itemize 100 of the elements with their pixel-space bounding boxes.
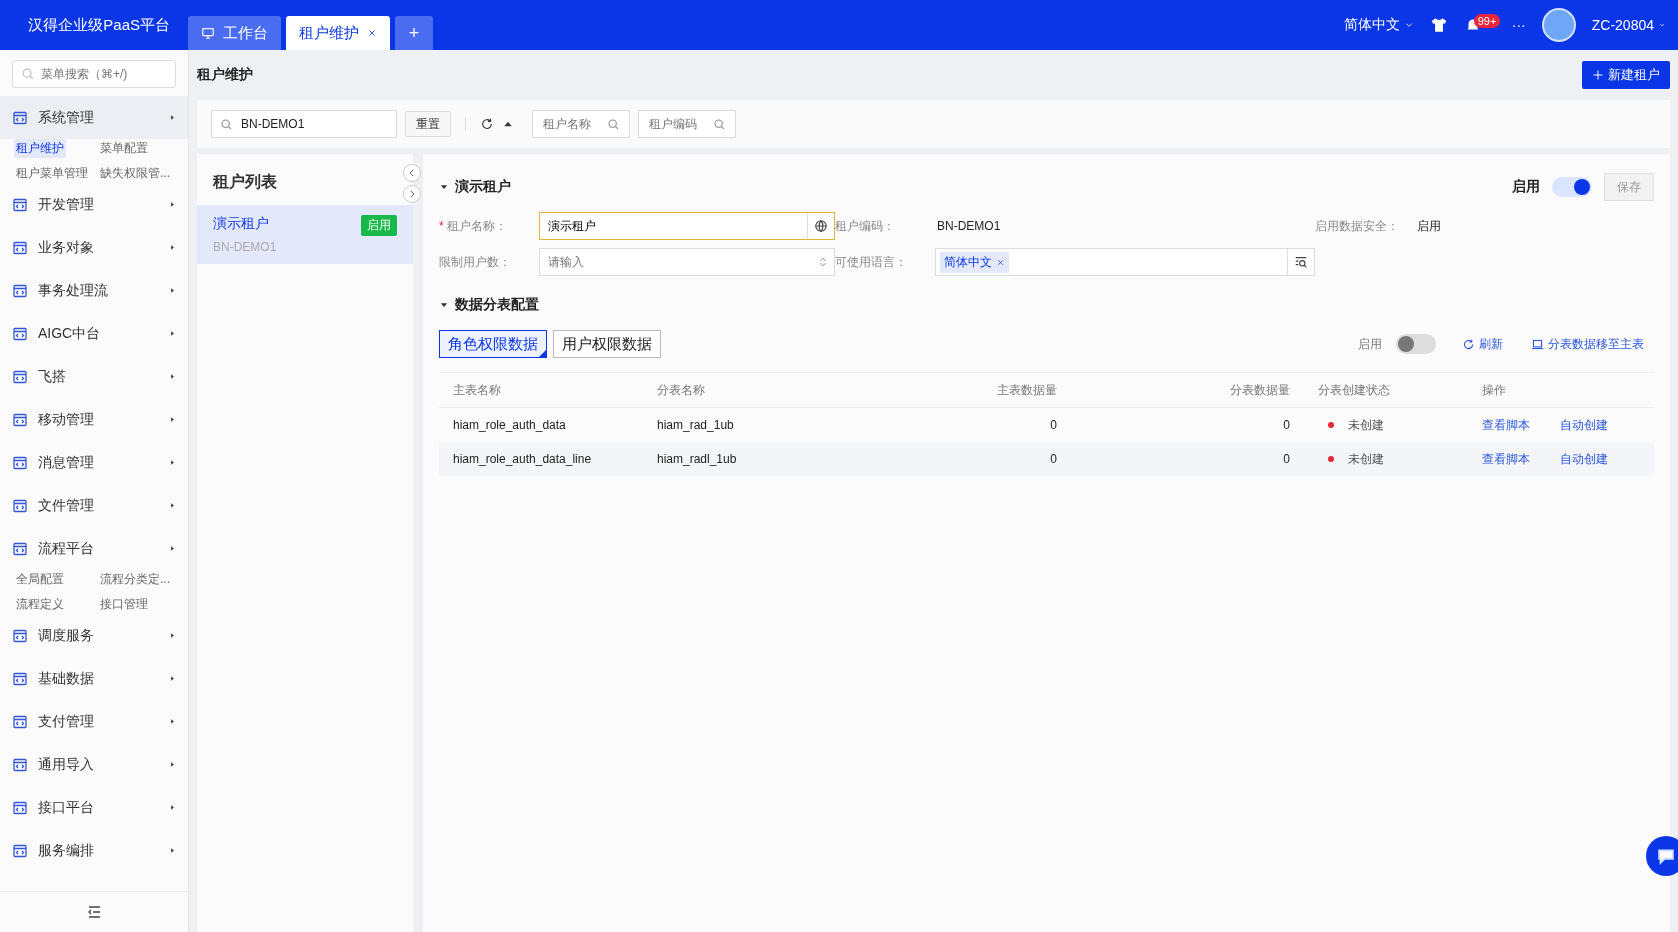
stepper-icon [818,257,828,267]
language-select[interactable]: 简体中文 [935,248,1315,276]
menu-item[interactable]: 调度服务 [0,614,188,657]
menu-item[interactable]: 移动管理 [0,398,188,441]
module-icon [12,540,28,557]
action-link[interactable]: 自动创建 [1560,416,1608,434]
user-menu[interactable]: ZC-20804 [1591,17,1666,33]
module-icon [12,497,28,514]
menu-item[interactable]: 消息管理 [0,441,188,484]
menu-search-input[interactable]: 菜单搜索（⌘+/) [39,66,163,82]
split-enabled-toggle[interactable] [1396,334,1436,354]
submenu-arrow-icon [169,675,176,682]
new-tenant-button[interactable]: 新建租户 [1582,61,1670,89]
status-text: 未创建 [1348,416,1384,434]
module-icon [12,713,28,730]
submenu-arrow-icon [169,201,176,208]
data-tab[interactable]: 角色权限数据 [439,330,547,358]
module-icon [12,799,28,816]
menu-item[interactable]: 基础数据 [0,657,188,700]
tenant-code-filter[interactable]: 租户编码 [638,110,736,138]
action-link[interactable]: 查看脚本 [1482,450,1530,468]
close-icon [996,257,1005,267]
refresh-link[interactable]: 刷新 [1462,335,1503,353]
menu-item[interactable]: 文件管理 [0,484,188,527]
section-title: 数据分表配置 [455,296,539,314]
table-cell: 0 [1071,442,1304,476]
menu-item[interactable]: 业务对象 [0,226,188,269]
submenu-item[interactable]: 租户维护 [14,139,66,158]
tenant-name-input[interactable]: 演示租户 [540,213,807,239]
action-link[interactable]: 自动创建 [1560,450,1608,468]
search-input[interactable]: BN-DEMO1 [239,116,383,132]
user-avatar[interactable] [1541,8,1576,42]
enabled-label: 启用 [1358,335,1382,353]
submenu-item[interactable]: 租户菜单管理 [14,164,98,183]
refresh-icon [1462,337,1475,351]
collapse-menu-icon [86,904,102,920]
menu-item[interactable]: 流程平台 [0,527,188,570]
submenu-item[interactable]: 缺失权限管... [98,164,176,183]
search-icon [21,67,35,81]
submenu-item[interactable]: 流程分类定... [98,570,176,589]
menu-item[interactable]: 事务处理流 [0,269,188,312]
module-icon [12,325,28,342]
menu-item[interactable]: 开发管理 [0,183,188,226]
submenu-item[interactable]: 接口管理 [98,595,176,614]
chevron-right-icon [407,189,417,199]
tenant-list-item[interactable]: 演示租户 启用 BN-DEMO1 [197,205,413,264]
module-icon [12,842,28,859]
tenant-name: 演示租户 [213,215,270,233]
module-icon [12,627,28,644]
globe-icon [814,219,828,233]
tenant-name-filter[interactable]: 租户名称 [532,110,630,138]
tenant-name-input[interactable]: 租户名称 [541,116,601,132]
action-link[interactable]: 查看脚本 [1482,416,1530,434]
menu-item[interactable]: AIGC中台 [0,312,188,355]
data-tab[interactable]: 用户权限数据 [553,330,661,358]
module-icon [12,411,28,428]
move-data-link[interactable]: 分表数据移至主表 [1531,335,1644,353]
submenu-item[interactable]: 全局配置 [14,570,98,589]
list-search-icon [1294,255,1308,269]
column-header: 分表数据量 [1071,372,1304,408]
search-field[interactable]: BN-DEMO1 [211,110,397,138]
submenu-arrow-icon [169,114,176,121]
column-header: 分表创建状态 [1304,372,1468,408]
laptop-icon [1531,337,1544,351]
add-tab-button[interactable]: + [395,16,433,50]
menu-item[interactable]: 支付管理 [0,700,188,743]
column-header: 主表数据量 [871,372,1071,408]
submenu-arrow-icon [169,804,176,811]
tab[interactable]: 租户维护 [286,16,390,50]
list-title: 租户列表 [213,172,277,192]
table-cell: hiam_rad_1ub [643,407,871,442]
table-cell: hiam_role_auth_data_line [439,442,643,476]
page-title: 租户维护 [197,66,253,84]
submenu-arrow-icon [169,632,176,639]
more-menu[interactable]: ··· [1511,17,1526,33]
menu-item[interactable]: 接口平台 [0,786,188,829]
chevron-left-icon [407,168,417,178]
submenu-arrow-icon [169,545,176,552]
menu-item[interactable]: 系统管理 [0,96,188,139]
menu-item[interactable]: 通用导入 [0,743,188,786]
language-select[interactable]: 简体中文 [1343,16,1414,34]
search-icon [607,117,620,131]
notification-badge: 99+ [1473,14,1501,28]
field-label: * 租户名称： [439,217,508,235]
submenu-arrow-icon [169,718,176,725]
tab[interactable]: 工作台 [188,16,281,50]
submenu-item[interactable]: 菜单配置 [98,139,176,158]
menu-item[interactable]: 服务编排 [0,829,188,872]
status-badge: 启用 [361,215,397,236]
search-icon [713,117,726,131]
reset-button[interactable]: 重置 [405,111,451,137]
section-title: 演示租户 [455,178,511,196]
language-tag: 简体中文 [940,251,1009,273]
tenant-code-input[interactable]: 租户编码 [647,116,707,132]
enabled-toggle[interactable] [1552,177,1592,197]
menu-search-field[interactable]: 菜单搜索（⌘+/) [12,60,176,88]
submenu-item[interactable]: 流程定义 [14,595,98,614]
menu-item[interactable]: 飞搭 [0,355,188,398]
tenant-code: BN-DEMO1 [213,240,278,254]
tenant-name-field[interactable]: 演示租户 [539,212,835,240]
